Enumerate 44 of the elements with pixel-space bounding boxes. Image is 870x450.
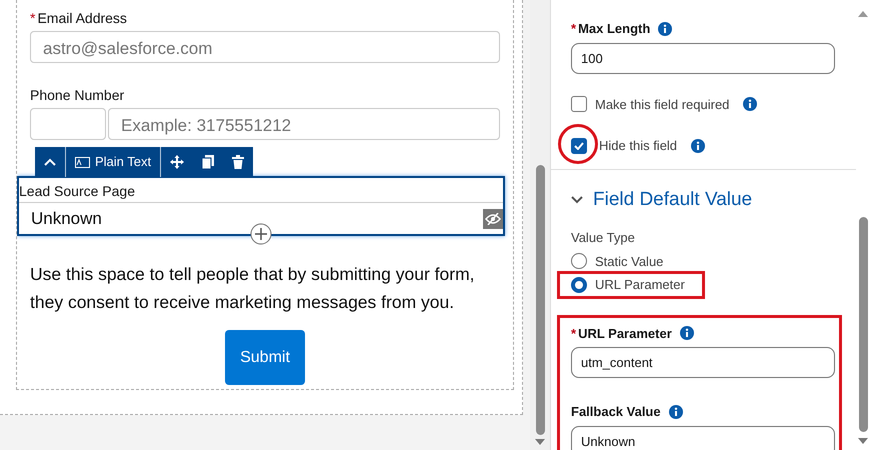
info-icon[interactable]: [680, 326, 694, 340]
radio-button[interactable]: [571, 276, 587, 293]
radio-button[interactable]: [571, 253, 587, 270]
scroll-down-icon[interactable]: [858, 438, 868, 444]
field-label: Phone Number: [30, 86, 126, 105]
radio-label: Static Value: [595, 252, 664, 270]
checkbox[interactable]: [571, 96, 587, 112]
move-icon: [170, 155, 184, 169]
trash-icon: [232, 155, 244, 169]
checkbox-label: Make this field required: [595, 96, 730, 114]
section-toggle[interactable]: Field Default Value: [571, 186, 856, 214]
scroll-down-icon[interactable]: [535, 439, 545, 445]
max-length-field[interactable]: 100: [571, 42, 835, 74]
field-label: *Max Length: [571, 20, 650, 38]
field-label: *URL Parameter: [571, 324, 672, 342]
scrollbar-thumb[interactable]: [536, 165, 544, 435]
field-label: *Email Address: [30, 9, 128, 28]
info-icon[interactable]: [658, 22, 672, 36]
text-field[interactable]: Unknown: [571, 426, 835, 450]
checkbox-label: Hide this field: [599, 137, 678, 155]
field-value: Unknown: [31, 208, 102, 230]
eye-slash-icon: [485, 212, 501, 224]
text-field-icon: [75, 156, 90, 168]
check-icon: [574, 142, 584, 150]
radio-label: URL Parameter: [595, 276, 685, 294]
text-field[interactable]: utm_content: [571, 347, 835, 378]
email-field[interactable]: astro@salesforce.com: [30, 31, 500, 63]
info-icon[interactable]: [668, 404, 683, 419]
field-label: Fallback Value: [571, 403, 661, 421]
consent-text: Use this space to tell people that by submitting your form, they consent to receive marketing messages from you.: [30, 263, 476, 314]
scroll-up-icon[interactable]: [858, 11, 868, 17]
phone-field[interactable]: Example: 3175551212: [108, 108, 500, 140]
scrollbar-thumb[interactable]: [858, 217, 868, 432]
submit-button[interactable]: Submit: [225, 330, 305, 385]
checkbox[interactable]: [571, 138, 587, 154]
copy-icon: [202, 155, 214, 169]
chevron-up-icon: [44, 158, 56, 166]
info-icon[interactable]: [743, 97, 758, 112]
group-label: Value Type: [571, 229, 636, 247]
field-label: Lead Source Page: [19, 182, 136, 201]
info-icon[interactable]: [691, 138, 706, 153]
field-type-button[interactable]: Plain Text: [66, 147, 160, 177]
add-icon[interactable]: [250, 223, 272, 245]
chevron-down-icon: [571, 196, 583, 204]
